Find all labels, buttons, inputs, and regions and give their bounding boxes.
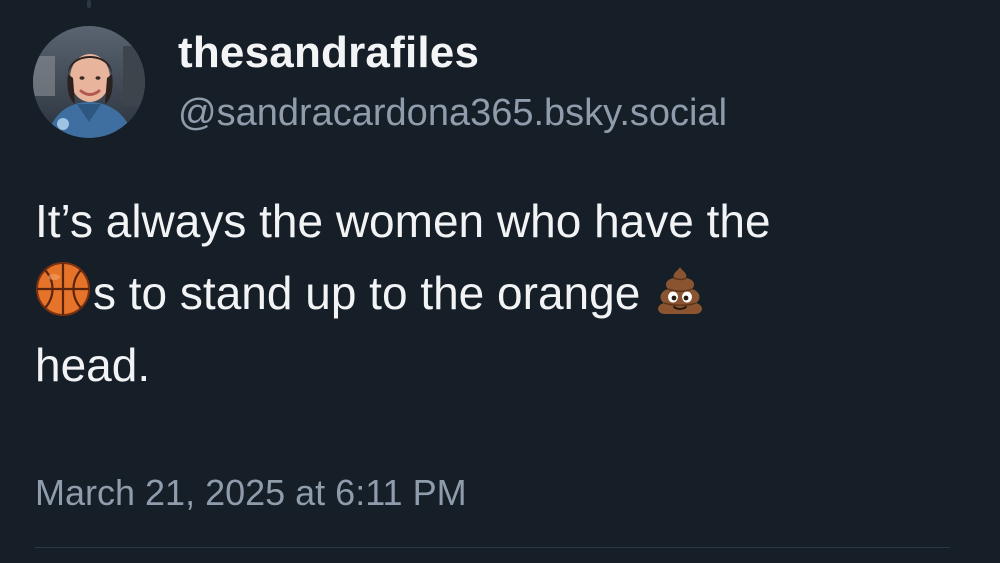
post-text-line-3: head. (35, 339, 151, 391)
author-display-name[interactable]: thesandrafiles (178, 28, 479, 78)
pile-of-poo-icon (652, 261, 708, 317)
post-body: It’s always the women who have the s to … (35, 185, 975, 401)
post-text-line-2: s to stand up to the orange (35, 257, 975, 329)
post-text-line-2-text: s to stand up to the orange (93, 267, 641, 319)
basketball-icon (35, 261, 91, 317)
avatar-photo-icon (33, 26, 145, 138)
post-text-line-1: It’s always the women who have the (35, 195, 771, 247)
author-handle[interactable]: @sandracardona365.bsky.social (178, 92, 727, 135)
post-timestamp[interactable]: March 21, 2025 at 6:11 PM (35, 472, 467, 514)
author-avatar[interactable] (33, 26, 145, 138)
thread-connector-line (87, 0, 91, 8)
divider (35, 547, 950, 548)
